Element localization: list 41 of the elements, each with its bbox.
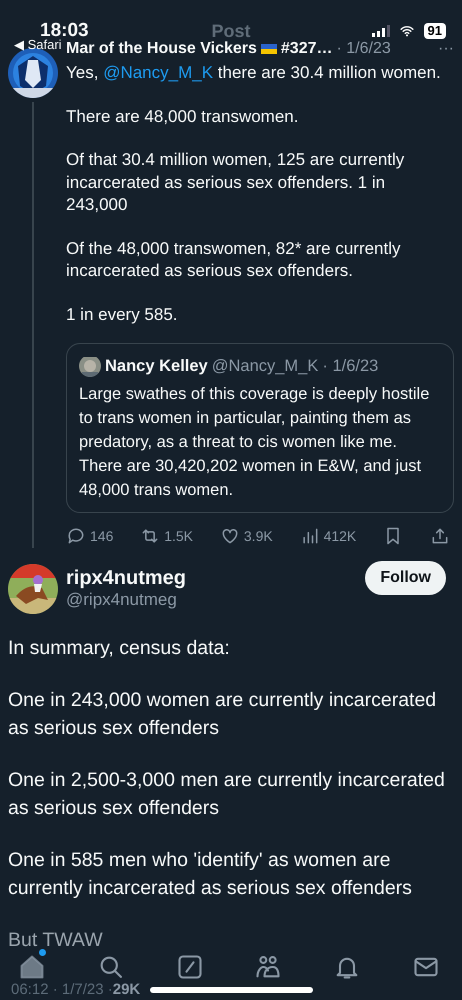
mention-link[interactable]: @Nancy_M_K — [103, 63, 214, 82]
quote-handle: @Nancy_M_K — [212, 356, 318, 377]
post-text: One in 585 men who 'identify' as women are currently incarcerated as serious sex offenders — [8, 848, 413, 900]
back-link[interactable]: ◀ Safari — [14, 35, 62, 54]
post-text: There are 48,000 transwomen. — [66, 106, 300, 128]
post-text: One in 243,000 women are currently incarcerated as serious sex offenders — [8, 688, 438, 740]
post-date: · 1/6/23 — [336, 40, 391, 58]
wifi-icon — [398, 24, 416, 38]
author-handle: @ripx4nutmeg — [66, 588, 178, 610]
post-text: One in 2,500-3,000 men are currently incarcerated as serious sex offenders — [8, 768, 446, 820]
action-button[interactable]: 412K — [300, 525, 356, 548]
quote-card[interactable] — [66, 343, 454, 513]
author-tag: #327… — [280, 40, 332, 58]
tab-button[interactable] — [176, 953, 204, 981]
author-name[interactable]: ripx4nutmeg — [66, 566, 358, 588]
quote-text: Large swathes of this coverage is deeply hostile to trans women in particular, painting them as predatory, as a threat to cis women like me. There are 30,420,202 women in E&W, and just 48,000 trans women. — [79, 384, 430, 501]
compose-icon — [176, 953, 204, 981]
post-text: But TWAW — [8, 928, 103, 952]
flag-icon — [260, 44, 277, 54]
post-text: 1 in every 585. — [66, 304, 179, 326]
view-count: 29K — [112, 981, 140, 998]
signal-icon — [372, 25, 390, 37]
action-button[interactable]: 1.5K — [140, 525, 194, 548]
home-icon — [18, 953, 46, 981]
heart-icon — [220, 526, 240, 546]
battery-level: 91 — [424, 23, 446, 39]
post-text: In summary, census data: — [8, 636, 230, 660]
post-text: Of the 48,000 transwomen, 82* are currently incarcerated as serious sex offenders. — [66, 238, 402, 282]
more-button[interactable]: ··· — [438, 40, 454, 58]
post-time: 06:12 · 1/7/23 · — [11, 981, 113, 998]
follow-button[interactable]: Follow — [365, 560, 446, 594]
action-button[interactable]: 146 — [66, 525, 114, 548]
post-text: Of that 30.4 million women, 125 are currently incarcerated as serious sex offenders. 1 in 243,000 — [66, 149, 406, 216]
post-text: Yes, @Nancy_M_K there are 30.4 million women. — [66, 62, 442, 84]
reply-icon — [66, 526, 86, 546]
action-button[interactable]: 3.9K — [220, 525, 273, 548]
author-name[interactable]: Mar of the House Vickers — [66, 40, 257, 58]
quote-author: Nancy Kelley — [105, 356, 208, 377]
header-title: Post — [212, 20, 250, 41]
quote-date: · 1/6/23 — [322, 356, 378, 377]
share-icon[interactable] — [430, 526, 450, 546]
